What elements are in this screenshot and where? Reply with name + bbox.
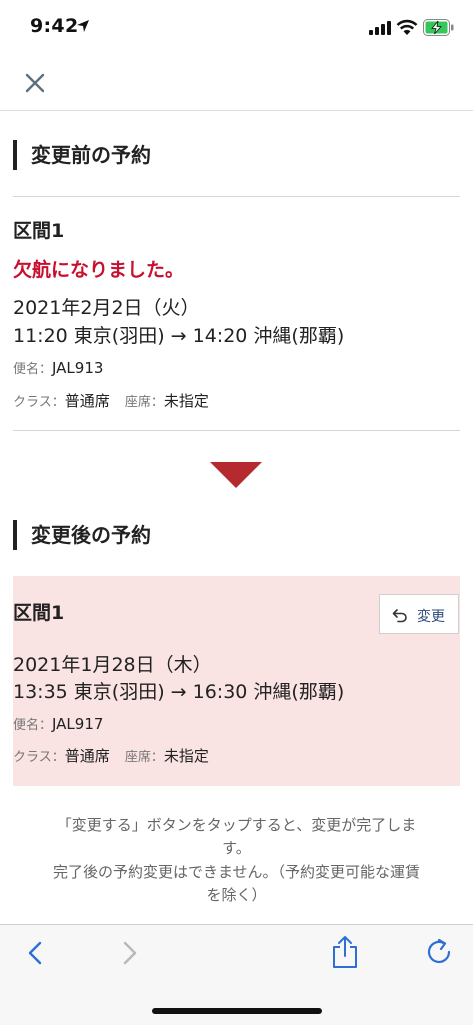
flight-label: 便名：: [13, 718, 53, 733]
wifi-icon: [396, 19, 418, 35]
before-class-row: クラス：普通席 座席：未指定: [13, 390, 209, 411]
close-icon[interactable]: [20, 68, 50, 98]
before-heading: 変更前の予約: [13, 140, 151, 170]
back-icon[interactable]: [24, 940, 48, 966]
undo-icon: [392, 609, 407, 623]
share-icon[interactable]: [330, 934, 360, 970]
class-value: 普通席: [64, 747, 110, 765]
flight-number: JAL917: [52, 715, 104, 733]
forward-icon[interactable]: [117, 940, 141, 966]
before-route: 11:20 東京(羽田) → 14:20 沖縄(那覇): [13, 325, 345, 347]
note-line-3: 完了後の予約変更はできません。（予約変更可能な運賃: [52, 863, 421, 881]
nav-divider: [0, 110, 473, 111]
seat-value: 未指定: [163, 392, 209, 410]
after-heading: 変更後の予約: [13, 520, 151, 550]
after-date: 2021年1月28日（木）: [13, 654, 212, 676]
before-segment-label: 区間1: [13, 220, 65, 242]
class-label: クラス：: [13, 750, 65, 765]
class-label: クラス：: [13, 395, 65, 410]
seat-label: 座席：: [124, 750, 164, 765]
divider: [13, 196, 460, 197]
flight-label: 便名：: [13, 362, 53, 377]
note-line-2: す。: [222, 839, 251, 857]
note-line-1: 「変更する」ボタンをタップすると、変更が完了しま: [56, 816, 417, 834]
seat-value: 未指定: [163, 747, 209, 765]
home-indicator: [152, 1008, 322, 1014]
status-bar: 9:42: [0, 0, 473, 56]
after-class-row: クラス：普通席 座席：未指定: [13, 745, 209, 766]
reload-icon[interactable]: [423, 936, 455, 968]
note-line-4: を除く）: [206, 886, 267, 904]
status-time: 9:42: [30, 15, 79, 37]
after-segment-label: 区間1: [13, 602, 65, 624]
cancel-notice: 欠航になりました。: [13, 259, 185, 281]
location-arrow-icon: [77, 20, 89, 32]
undo-label: 変更: [417, 609, 445, 625]
divider: [13, 430, 460, 431]
down-triangle-icon: [210, 462, 262, 488]
flight-number: JAL913: [52, 359, 104, 377]
after-flight-row: 便名：JAL917: [13, 714, 103, 733]
after-route: 13:35 東京(羽田) → 16:30 沖縄(那覇): [13, 681, 345, 703]
battery-charging-icon: [423, 19, 454, 36]
before-flight-row: 便名：JAL913: [13, 358, 103, 377]
signal-icon: [369, 21, 391, 35]
seat-label: 座席：: [124, 395, 164, 410]
before-date: 2021年2月2日（火）: [13, 297, 200, 319]
class-value: 普通席: [64, 392, 110, 410]
undo-change-button[interactable]: 変更: [379, 594, 459, 634]
